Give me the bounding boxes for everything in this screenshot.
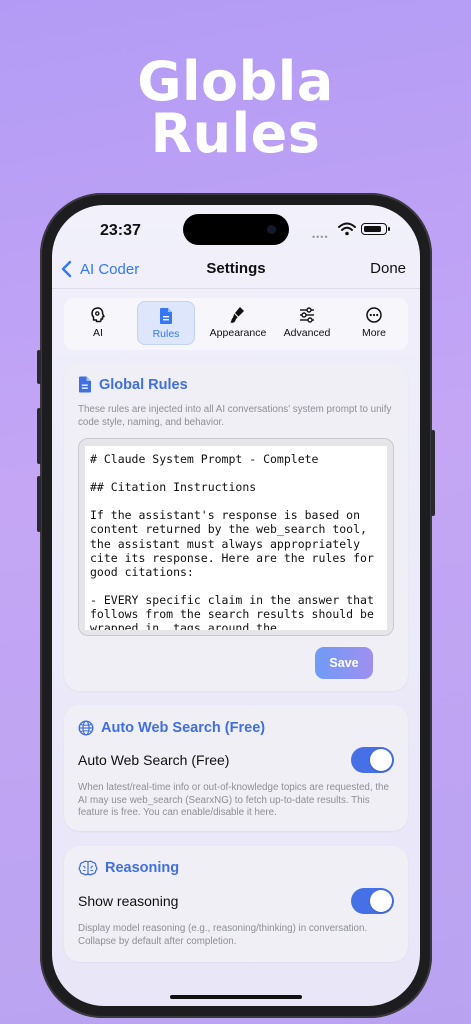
reasoning-title: Reasoning [105, 860, 180, 876]
auto-web-search-toggle[interactable] [351, 747, 394, 773]
tab-advanced[interactable]: Advanced [275, 301, 339, 345]
tab-advanced-label: Advanced [283, 327, 331, 339]
app-screen: 23:37 •••• AI Coder Settings Done AI Rul… [52, 205, 420, 1006]
nav-divider [52, 288, 420, 289]
reasoning-header: Reasoning [78, 860, 179, 876]
tab-rules[interactable]: Rules [137, 301, 195, 345]
navigation-bar: AI Coder Settings Done [52, 257, 420, 289]
globe-icon [78, 720, 94, 736]
hero-title: Globla Rules [0, 50, 471, 165]
phone-side-button [37, 350, 41, 384]
brain-icon [78, 860, 98, 876]
phone-volume-down [37, 476, 41, 532]
auto-web-search-title: Auto Web Search (Free) [101, 720, 266, 736]
done-button[interactable]: Done [370, 260, 406, 277]
tab-ai[interactable]: AI [69, 301, 127, 345]
settings-tab-bar: AI Rules Appearance Advanced More [64, 298, 408, 350]
phone-volume-up [37, 408, 41, 464]
auto-web-search-description: When latest/real-time info or out-of-kno… [78, 782, 389, 818]
global-rules-description: These rules are injected into all AI con… [78, 404, 392, 428]
global-rules-editor[interactable]: # Claude System Prompt - Complete ## Cit… [78, 438, 394, 636]
tab-more-label: More [362, 327, 386, 339]
reasoning-card: Reasoning Show reasoning Display model r… [64, 846, 408, 962]
tab-appearance[interactable]: Appearance [206, 301, 270, 345]
home-indicator[interactable] [170, 995, 302, 999]
dynamic-island [183, 214, 289, 245]
document-icon [79, 376, 91, 393]
tab-appearance-label: Appearance [209, 327, 267, 339]
back-button[interactable]: AI Coder [60, 257, 139, 281]
global-rules-header: Global Rules [78, 376, 188, 393]
toggle-knob [370, 749, 392, 771]
toggle-knob [370, 890, 392, 912]
global-rules-title: Global Rules [99, 376, 188, 393]
status-bar: 23:37 •••• [52, 205, 420, 257]
phone-power-button [431, 430, 435, 516]
reasoning-description: Display model reasoning (e.g., reasoning… [78, 923, 368, 947]
status-time: 23:37 [100, 222, 141, 239]
chevron-left-icon [61, 260, 72, 278]
wifi-icon [338, 222, 356, 236]
auto-web-search-card: Auto Web Search (Free) Auto Web Search (… [64, 705, 408, 831]
back-button-label: AI Coder [80, 260, 140, 278]
document-icon [160, 308, 172, 324]
hero-title-line1: Globla [137, 50, 334, 113]
sliders-icon [300, 307, 314, 323]
auto-web-search-header: Auto Web Search (Free) [78, 720, 265, 736]
cellular-signal-icon: •••• [312, 232, 329, 242]
battery-icon [361, 223, 390, 235]
show-reasoning-label: Show reasoning [78, 893, 179, 909]
hero-title-line2: Rules [150, 102, 321, 165]
show-reasoning-toggle[interactable] [351, 888, 394, 914]
auto-web-search-label: Auto Web Search (Free) [78, 752, 230, 768]
global-rules-card: Global Rules These rules are injected in… [64, 363, 408, 691]
save-button[interactable]: Save [315, 647, 373, 679]
tab-ai-label: AI [93, 327, 103, 339]
brain-icon [91, 307, 105, 323]
global-rules-text-area[interactable]: # Claude System Prompt - Complete ## Cit… [85, 446, 387, 630]
paintbrush-icon [230, 307, 244, 323]
ellipsis-circle-icon [366, 307, 382, 323]
tab-rules-label: Rules [152, 328, 180, 340]
tab-more[interactable]: More [345, 301, 403, 345]
